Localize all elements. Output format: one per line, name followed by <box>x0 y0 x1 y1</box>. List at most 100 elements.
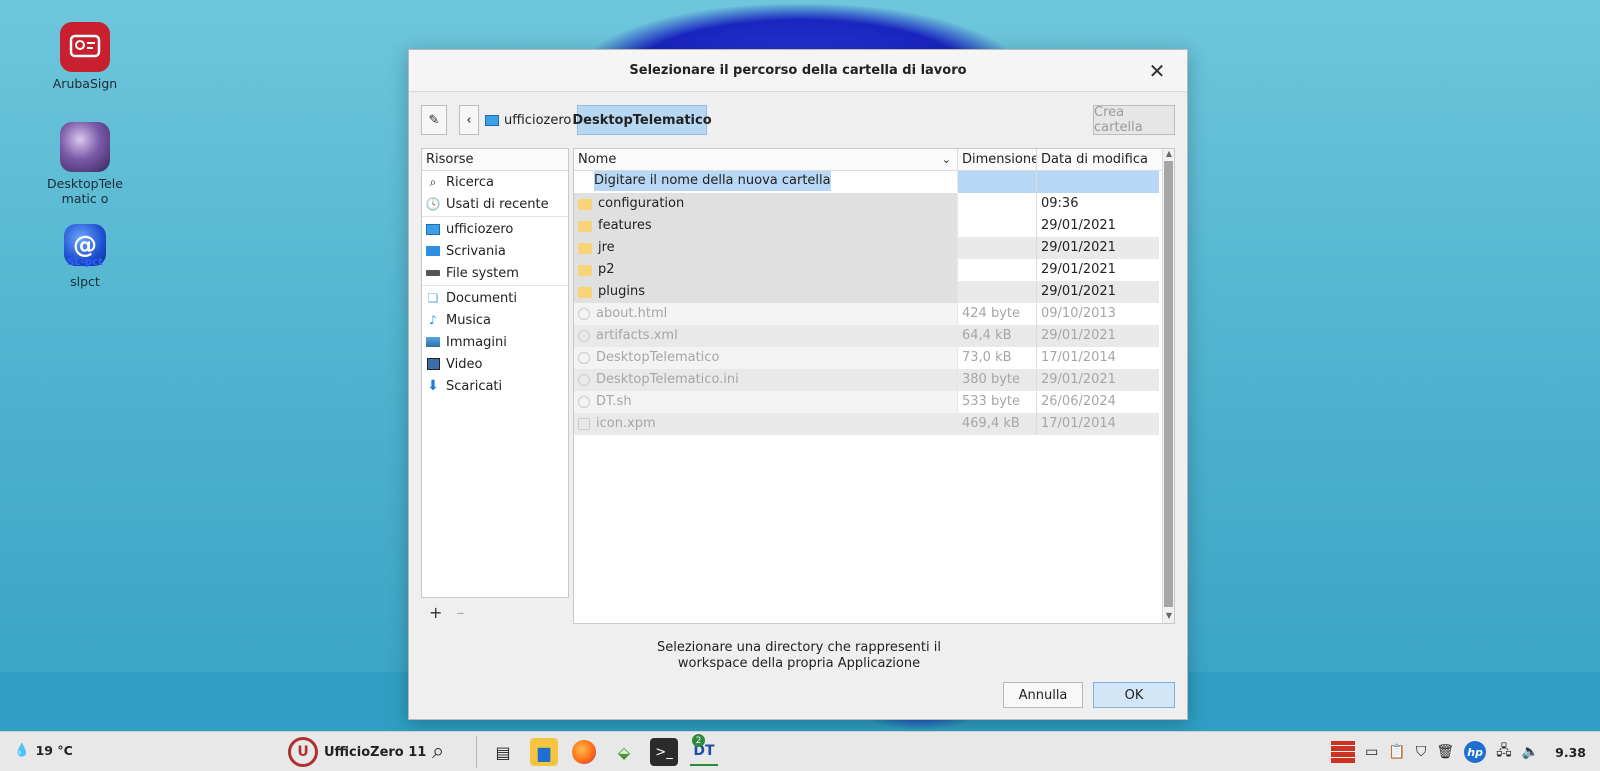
slpct-overlay-label: SL-pct <box>67 257 103 268</box>
ok-button[interactable]: OK <box>1093 682 1175 708</box>
column-header-date[interactable]: Data di modifica <box>1037 149 1159 171</box>
table-row: DesktopTelematico 73,0 kB 17/01/2014 <box>574 347 1174 369</box>
music-icon: ♪ <box>429 313 437 327</box>
computer-icon <box>426 222 440 236</box>
desktop-icon-slpct[interactable]: @ SL-pct slpct <box>30 224 140 289</box>
new-folder-row: Digitare il nome della nuova cartella <box>574 171 1174 193</box>
cancel-button[interactable]: Annulla <box>1003 682 1083 708</box>
add-bookmark-button[interactable]: + <box>429 603 442 622</box>
file-date: 09:36 <box>1041 196 1079 211</box>
app-launcher-button[interactable]: ⬙ <box>610 738 638 766</box>
system-tray: ▭ 📋 ⛉ 🗑 hp 🖧 🔈 9.38 <box>1331 732 1600 771</box>
desktop-icon-label: slpct <box>70 274 100 289</box>
trash-icon[interactable]: 🗑 <box>1436 744 1454 760</box>
file-manager-button[interactable]: ▆ <box>530 738 558 766</box>
edit-path-button[interactable]: ✎ <box>421 105 447 135</box>
close-icon: ✕ <box>1148 59 1166 83</box>
windows-list-icon: ▤ <box>495 742 511 762</box>
remove-bookmark-button[interactable]: – <box>456 603 464 622</box>
file-name: artifacts.xml <box>596 328 678 343</box>
sidebar-item-musica[interactable]: ♪ Musica <box>422 309 568 331</box>
chevron-down-icon[interactable]: ▼ <box>1163 611 1175 623</box>
script-file-icon <box>578 396 590 408</box>
file-date: 17/01/2014 <box>1041 350 1116 365</box>
sidebar-item-documenti[interactable]: ❏ Documenti <box>422 287 568 309</box>
create-folder-button[interactable]: Crea cartella <box>1093 105 1175 135</box>
terminal-icon: >_ <box>655 744 673 760</box>
column-header-size[interactable]: Dimensione <box>958 149 1037 171</box>
dialog-message-line: Selezionare una directory che rappresent… <box>657 640 941 655</box>
sidebar-item-ricerca[interactable]: ⌕ Ricerca <box>422 171 568 193</box>
window-list-button[interactable]: ▤ <box>489 738 517 766</box>
file-name: DesktopTelematico <box>596 350 720 365</box>
shield-icon[interactable]: ⛉ <box>1416 744 1427 760</box>
desktop-icon-arubasign[interactable]: ArubaSign <box>30 22 140 91</box>
new-folder-name-text: Digitare il nome della nuova cartella <box>594 171 831 191</box>
pencil-icon: ✎ <box>428 112 440 128</box>
breadcrumb-home[interactable]: ufficiozero <box>481 105 575 135</box>
volume-icon[interactable]: 🔈 <box>1522 744 1539 760</box>
file-name: jre <box>598 240 615 255</box>
table-row[interactable]: features 29/01/2021 <box>574 215 1174 237</box>
clipboard-icon[interactable]: 📋 <box>1388 744 1405 760</box>
file-date: 29/01/2021 <box>1037 325 1159 347</box>
places-sidebar: Risorse ⌕ Ricerca 🕓 Usati di recente uff… <box>421 148 569 598</box>
sidebar-item-immagini[interactable]: Immagini <box>422 331 568 353</box>
sidebar-separator <box>422 285 568 286</box>
sidebar-item-recent[interactable]: 🕓 Usati di recente <box>422 193 568 215</box>
weather-widget[interactable]: 💧 19 °C <box>14 742 73 758</box>
close-button[interactable]: ✕ <box>1145 59 1169 83</box>
sidebar-item-video[interactable]: Video <box>422 353 568 375</box>
path-toolbar: ✎ ‹ ufficiozero DesktopTelematico Crea c… <box>421 105 1175 135</box>
dialog-title: Selezionare il percorso della cartella d… <box>629 63 967 78</box>
table-row[interactable]: configuration 09:36 <box>574 193 1174 215</box>
table-row[interactable]: jre 29/01/2021 <box>574 237 1174 259</box>
window-count-badge: 2 <box>692 734 705 747</box>
executable-file-icon <box>578 352 590 364</box>
search-button[interactable]: ⌕ <box>432 739 444 764</box>
file-date: 29/01/2021 <box>1037 237 1159 259</box>
file-name: DT.sh <box>596 394 632 409</box>
file-size: 469,4 kB <box>958 413 1037 435</box>
places-header: Risorse <box>422 149 568 171</box>
screenshot-icon[interactable]: ▭ <box>1365 744 1378 760</box>
sidebar-item-filesystem[interactable]: File system <box>422 262 568 284</box>
table-row[interactable]: plugins 29/01/2021 <box>574 281 1174 303</box>
firewall-icon[interactable] <box>1331 741 1356 763</box>
dialog-titlebar: Selezionare il percorso della cartella d… <box>409 50 1187 92</box>
column-header-label: Nome <box>578 152 617 167</box>
slpct-icon: @ SL-pct <box>64 224 106 268</box>
clock[interactable]: 9.38 <box>1555 745 1586 760</box>
chevron-left-icon: ‹ <box>466 112 472 128</box>
path-back-button[interactable]: ‹ <box>459 105 479 135</box>
scrollbar-thumb[interactable] <box>1164 161 1173 607</box>
file-list-scrollbar[interactable]: ▲ ▼ <box>1162 149 1174 623</box>
start-menu-button[interactable]: U UfficioZero 11 <box>288 737 426 767</box>
file-list: Nome ⌄ Dimensione Data di modifica Digit… <box>573 148 1175 624</box>
column-header-name[interactable]: Nome ⌄ <box>574 149 958 171</box>
table-row: DT.sh 533 byte 26/06/2024 <box>574 391 1174 413</box>
hp-icon[interactable]: hp <box>1464 741 1487 763</box>
desktop-icon-desktoptelematico[interactable]: DesktopTelematic o <box>30 122 140 206</box>
terminal-button[interactable]: >_ <box>650 738 678 766</box>
chevron-up-icon[interactable]: ▲ <box>1163 149 1175 161</box>
file-name: features <box>598 218 652 233</box>
table-row: DesktopTelematico.ini 380 byte 29/01/202… <box>574 369 1174 391</box>
network-icon[interactable]: 🖧 <box>1496 740 1512 764</box>
documents-icon: ❏ <box>427 291 439 305</box>
image-file-icon <box>578 418 590 430</box>
file-date: 09/10/2013 <box>1041 306 1116 321</box>
arubasign-icon <box>60 22 110 72</box>
breadcrumb-current[interactable]: DesktopTelematico <box>572 105 712 135</box>
new-folder-name-input[interactable]: Digitare il nome della nuova cartella <box>574 171 958 191</box>
sidebar-item-scaricati[interactable]: ⬇ Scaricati <box>422 375 568 397</box>
sidebar-item-ufficiozero[interactable]: ufficiozero <box>422 218 568 240</box>
desktoptelematico-taskbar-button[interactable]: 2 DT <box>690 734 718 766</box>
file-name: icon.xpm <box>596 416 656 431</box>
sidebar-item-scrivania[interactable]: Scrivania <box>422 240 568 262</box>
table-row[interactable]: p2 29/01/2021 <box>574 259 1174 281</box>
ini-file-icon <box>578 374 590 386</box>
firefox-button[interactable] <box>570 738 598 766</box>
weather-temperature: 19 °C <box>35 742 73 758</box>
file-date: 29/01/2021 <box>1037 369 1159 391</box>
